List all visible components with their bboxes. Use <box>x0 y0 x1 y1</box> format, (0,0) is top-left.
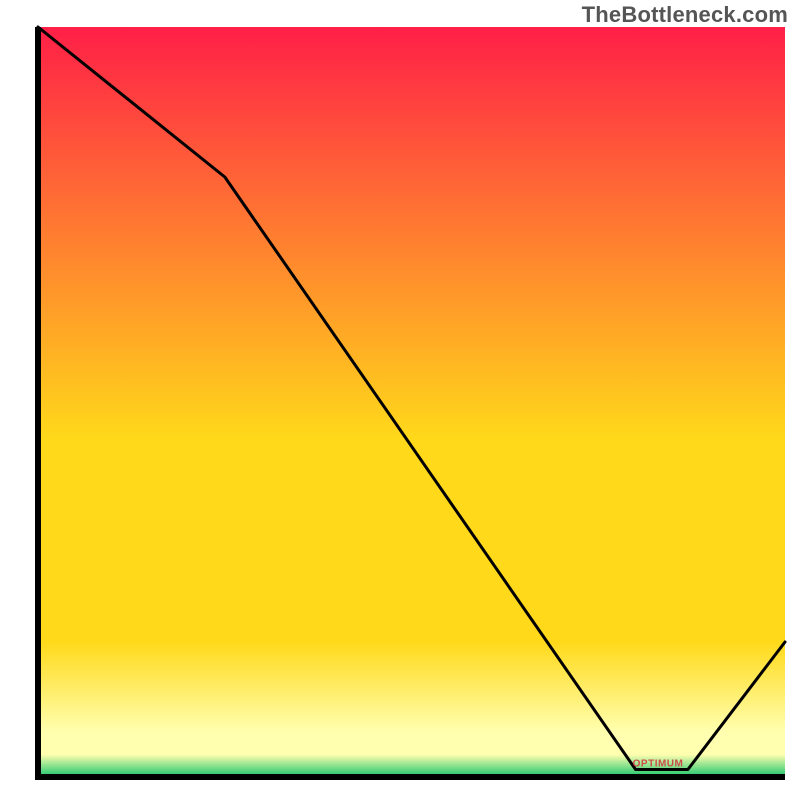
bottleneck-chart: OPTIMUM <box>0 0 800 800</box>
optimum-marker: OPTIMUM <box>633 759 684 770</box>
chart-frame: TheBottleneck.com OPTIMUM <box>0 0 800 800</box>
plot-gradient-background <box>38 27 785 777</box>
